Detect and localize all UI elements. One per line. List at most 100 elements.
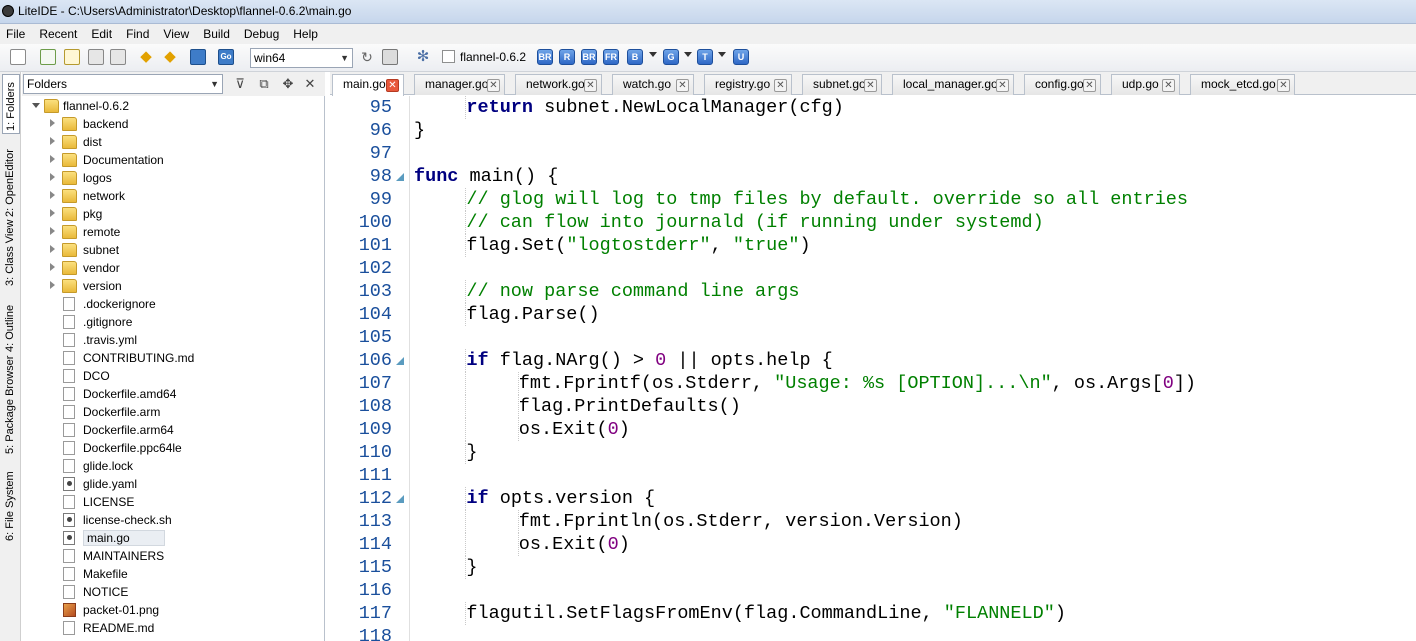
tree-file[interactable]: DCO — [22, 367, 325, 385]
tab-registry-go[interactable]: registry.go ✕ — [704, 74, 792, 95]
tab-config-go[interactable]: config.go ✕ — [1024, 74, 1101, 95]
tree-file[interactable]: .travis.yml — [22, 331, 325, 349]
tree-folder[interactable]: logos — [22, 169, 325, 187]
tree-folder[interactable]: dist — [22, 133, 325, 151]
code-line[interactable]: os.Exit(0) — [519, 418, 630, 441]
menu-help[interactable]: Help — [286, 24, 325, 44]
expand-arrow-icon[interactable] — [50, 263, 55, 271]
refresh-icon[interactable]: ↻ — [359, 49, 375, 65]
tab-manager-go[interactable]: manager.go ✕ — [414, 74, 505, 95]
side-tab-2[interactable]: 2: OpenEditor — [2, 137, 20, 221]
menu-edit[interactable]: Edit — [84, 24, 119, 44]
fold-marker-icon[interactable] — [396, 495, 404, 503]
tab-local-manager-go[interactable]: local_manager.go ✕ — [892, 74, 1014, 95]
code-line[interactable]: } — [466, 441, 477, 464]
tree-folder[interactable]: remote — [22, 223, 325, 241]
tree-file[interactable]: Makefile — [22, 565, 325, 583]
tree-folder[interactable]: Documentation — [22, 151, 325, 169]
close-tab-icon[interactable]: ✕ — [584, 79, 597, 92]
menu-view[interactable]: View — [156, 24, 196, 44]
home-icon[interactable] — [190, 49, 206, 65]
tree-folder[interactable]: backend — [22, 115, 325, 133]
go-icon[interactable]: Go — [218, 49, 234, 65]
code-line[interactable]: // can flow into journald (if running un… — [466, 211, 1043, 234]
menu-find[interactable]: Find — [119, 24, 156, 44]
code-line[interactable]: flag.PrintDefaults() — [519, 395, 741, 418]
build-button-fr[interactable]: FR — [603, 49, 619, 65]
code-line[interactable]: flagutil.SetFlagsFromEnv(flag.CommandLin… — [466, 602, 1066, 625]
side-tab-1[interactable]: 1: Folders — [2, 74, 20, 134]
tab-udp-go[interactable]: udp.go ✕ — [1111, 74, 1180, 95]
build-config-gear-icon[interactable]: ✻ — [415, 49, 431, 65]
build-button-b[interactable]: B — [627, 49, 643, 65]
new-window-icon[interactable]: ⧉ — [256, 76, 272, 92]
tab-mock-etcd-go[interactable]: mock_etcd.go ✕ — [1190, 74, 1295, 95]
expand-arrow-icon[interactable] — [50, 191, 55, 199]
expand-arrow-icon[interactable] — [50, 209, 55, 217]
code-line[interactable]: } — [466, 556, 477, 579]
tree-folder[interactable]: pkg — [22, 205, 325, 223]
side-tab-6[interactable]: 6: File System — [2, 461, 20, 545]
side-tab-3[interactable]: 3: Class View — [2, 220, 20, 290]
sync-icon[interactable]: ✥ — [280, 76, 296, 92]
close-tab-icon[interactable]: ✕ — [1083, 79, 1096, 92]
code-line[interactable]: if opts.version { — [466, 487, 655, 510]
tab-main-go[interactable]: main.go ✕ — [332, 74, 404, 96]
tree-folder[interactable]: subnet — [22, 241, 325, 259]
code-line[interactable]: if flag.NArg() > 0 || opts.help { — [466, 349, 832, 372]
open-file-icon[interactable] — [40, 49, 56, 65]
chevron-down-icon[interactable] — [684, 52, 692, 57]
save-all-icon[interactable] — [110, 49, 126, 65]
build-button-u[interactable]: U — [733, 49, 749, 65]
tree-file[interactable]: .gitignore — [22, 313, 325, 331]
build-button-g[interactable]: G — [663, 49, 679, 65]
panel-view-select[interactable]: Folders ▼ — [23, 74, 223, 94]
code-line[interactable]: flag.Set("logtostderr", "true") — [466, 234, 810, 257]
build-button-br[interactable]: BR — [537, 49, 553, 65]
tree-file[interactable]: .dockerignore — [22, 295, 325, 313]
code-line[interactable]: fmt.Fprintln(os.Stderr, version.Version) — [519, 510, 963, 533]
tree-file[interactable]: CONTRIBUTING.md — [22, 349, 325, 367]
menu-recent[interactable]: Recent — [32, 24, 84, 44]
menu-build[interactable]: Build — [196, 24, 237, 44]
close-tab-icon[interactable]: ✕ — [676, 79, 689, 92]
tree-file[interactable]: Dockerfile.arm64 — [22, 421, 325, 439]
tree-file[interactable]: README.md — [22, 619, 325, 637]
expand-arrow-icon[interactable] — [50, 227, 55, 235]
tree-folder[interactable]: network — [22, 187, 325, 205]
tree-file[interactable]: glide.yaml — [22, 475, 325, 493]
back-arrow-icon[interactable]: ◆ — [138, 49, 154, 65]
filter-icon[interactable]: ⊽ — [232, 76, 248, 92]
open-folder-icon[interactable] — [64, 49, 80, 65]
tree-folder[interactable]: vendor — [22, 259, 325, 277]
expand-arrow-icon[interactable] — [50, 245, 55, 253]
expand-arrow-icon[interactable] — [50, 173, 55, 181]
expand-arrow-icon[interactable] — [50, 119, 55, 127]
close-tab-icon[interactable]: ✕ — [996, 79, 1009, 92]
save-icon[interactable] — [88, 49, 104, 65]
close-tab-icon[interactable]: ✕ — [386, 79, 399, 92]
expand-arrow-icon[interactable] — [50, 137, 55, 145]
build-button-t[interactable]: T — [697, 49, 713, 65]
code-line[interactable]: fmt.Fprintf(os.Stderr, "Usage: %s [OPTIO… — [519, 372, 1196, 395]
tree-file[interactable]: license-check.sh — [22, 511, 325, 529]
tree-file[interactable]: main.go — [22, 529, 325, 547]
build-button-br[interactable]: BR — [581, 49, 597, 65]
code-line[interactable]: // glog will log to tmp files by default… — [466, 188, 1188, 211]
tree-file[interactable]: LICENSE — [22, 493, 325, 511]
close-tab-icon[interactable]: ✕ — [774, 79, 787, 92]
tab-network-go[interactable]: network.go ✕ — [515, 74, 602, 95]
tree-folder[interactable]: version — [22, 277, 325, 295]
close-tab-icon[interactable]: ✕ — [864, 79, 877, 92]
tree-file[interactable]: Dockerfile.ppc64le — [22, 439, 325, 457]
fold-marker-icon[interactable] — [396, 357, 404, 365]
code-line[interactable]: // now parse command line args — [466, 280, 799, 303]
project-checkbox[interactable] — [442, 50, 455, 63]
close-tab-icon[interactable]: ✕ — [1162, 79, 1175, 92]
code-line[interactable]: return subnet.NewLocalManager(cfg) — [466, 96, 843, 119]
environment-select[interactable]: win64 ▼ — [250, 48, 353, 68]
tab-subnet-go[interactable]: subnet.go ✕ — [802, 74, 882, 95]
forward-arrow-icon[interactable]: ◆ — [162, 49, 178, 65]
code-line[interactable]: } — [414, 119, 425, 142]
menu-file[interactable]: File — [0, 24, 32, 44]
